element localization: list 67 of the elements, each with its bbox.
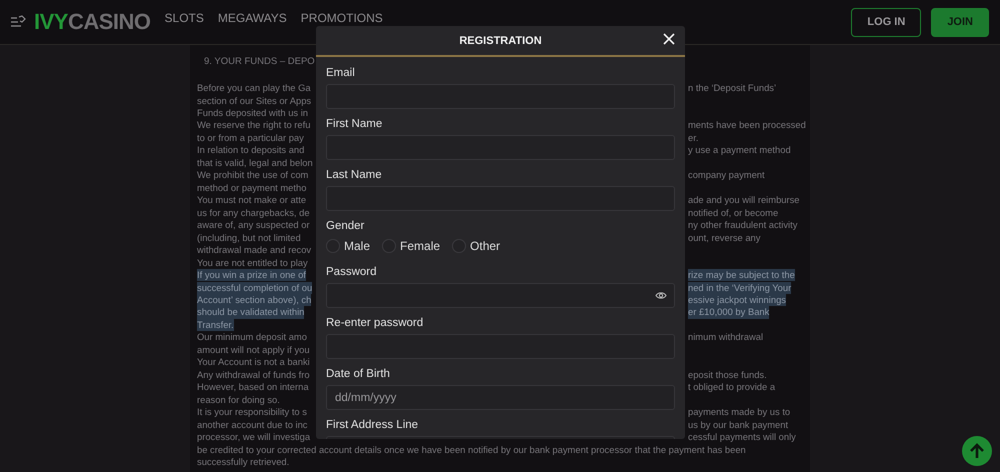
text-line: cessful payments will only xyxy=(688,431,796,444)
text-line: Before you can play the Ga xyxy=(197,82,311,94)
text-line: Funds deposited with us in xyxy=(197,106,308,120)
text-line: It is your responsibility to s xyxy=(197,406,307,419)
text-line: company payment xyxy=(688,169,765,182)
text-line: (including, but not limited xyxy=(197,232,301,244)
field-label: First Address Line xyxy=(326,418,420,432)
field-label: Email xyxy=(326,66,356,80)
text-line: We prohibit the use of com xyxy=(197,169,308,182)
text-line: us by our bank payment xyxy=(688,418,788,432)
field-label: Re-enter password xyxy=(326,316,424,330)
text-line: t obliged to provide a xyxy=(688,381,776,394)
menu-icon[interactable] xyxy=(10,15,26,29)
text-line: nimum withdrawal xyxy=(688,331,764,344)
text-line: processor, we will investiga xyxy=(197,431,310,444)
text-line: ny other fraudulent activity xyxy=(688,219,798,232)
password-field[interactable] xyxy=(326,283,675,308)
text-line: Any withdrawal of funds fro xyxy=(197,368,310,382)
field-label: Date of Birth xyxy=(326,367,391,381)
text-line: We reserve the right to refu xyxy=(197,119,310,132)
eye-icon[interactable] xyxy=(655,291,667,300)
text-line: payments made by us to xyxy=(688,406,790,419)
text-line: that is valid, legal and belon xyxy=(197,156,313,170)
text-line: method or payment metho xyxy=(197,182,306,194)
logo[interactable]: IVYCASINO xyxy=(34,9,151,35)
text-line: ments have been processed xyxy=(688,119,806,132)
radio-option[interactable]: Other xyxy=(452,239,500,253)
text-line: You are not entitled to play xyxy=(197,256,308,269)
text-line: ade and you will reimburse xyxy=(688,194,800,207)
field-label: Gender xyxy=(326,219,366,233)
text-line: withdrawal made and recov xyxy=(197,244,312,257)
join-button[interactable]: JOIN xyxy=(931,8,989,36)
text-line: another account due to inc xyxy=(197,418,308,432)
field-label: Last Name xyxy=(326,168,383,182)
text-line: However, based on interna xyxy=(197,381,309,394)
text-line: eposit those funds. xyxy=(688,368,767,382)
nav-link[interactable]: MEGAWAYS xyxy=(218,11,287,25)
text-line: us for any chargebacks, de xyxy=(197,206,310,220)
text-line: aware of, any suspected or xyxy=(197,219,310,232)
scroll-up-button[interactable] xyxy=(962,436,992,466)
text-line: to or from a particular pay xyxy=(197,132,304,144)
text-line: You must not make or atte xyxy=(197,194,306,207)
field-label: Password xyxy=(326,265,378,279)
text-line: be credited to your corrected account details once we have been notified by our bank payment processor that the payment has been xyxy=(197,444,746,456)
arrow-up-icon[interactable] xyxy=(969,442,985,460)
close-button[interactable] xyxy=(662,32,676,46)
text-line: In relation to deposits and xyxy=(197,144,304,157)
text-line: y use a payment method xyxy=(688,144,791,157)
text-line: notified of, or become xyxy=(688,206,778,220)
text-line: reason for doing so. xyxy=(197,394,280,406)
input-field[interactable]: dd/mm/yyyy xyxy=(326,385,675,410)
text-line: Your Account is not a banki xyxy=(197,356,310,369)
login-button[interactable]: LOG IN xyxy=(851,8,922,36)
nav-link[interactable]: SLOTS xyxy=(164,11,204,25)
text-line: ount, reverse any xyxy=(688,232,760,244)
text-line: section of our Sites or Apps xyxy=(197,94,312,107)
text-line: successfully retrieved. xyxy=(197,456,290,468)
section-heading: 9. YOUR FUNDS – DEPO xyxy=(204,56,316,68)
text-line: n the ‘Deposit Funds’ xyxy=(688,82,776,94)
text-line: Our minimum deposit amo xyxy=(197,331,307,344)
nav-link[interactable]: PROMOTIONS xyxy=(300,11,383,25)
text-line: er. xyxy=(688,132,698,144)
field-label: First Name xyxy=(326,117,384,131)
radio-option[interactable]: Female xyxy=(382,239,440,253)
dialog-title: REGISTRATION xyxy=(459,34,542,46)
radio-option[interactable]: Male xyxy=(326,239,370,253)
text-line: amount will not apply if you xyxy=(197,344,310,356)
